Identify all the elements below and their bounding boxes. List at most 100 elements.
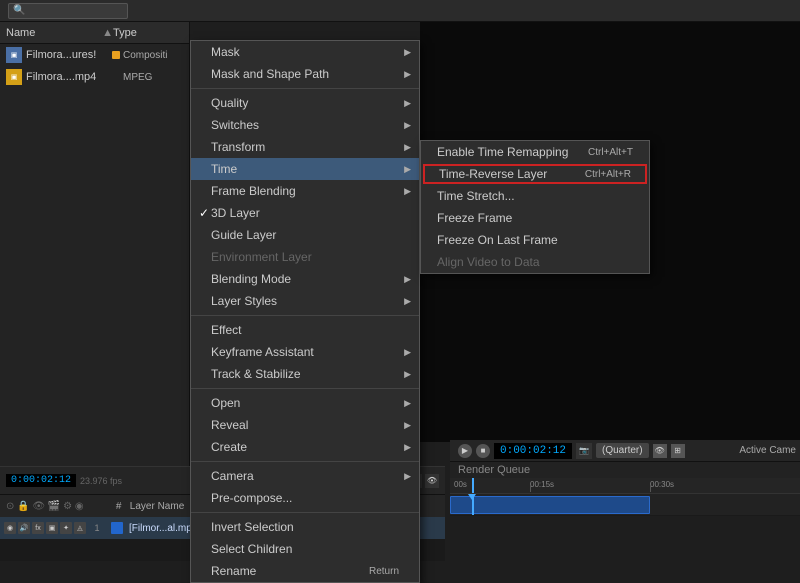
- layer-color: [111, 522, 123, 534]
- menu-mask[interactable]: Mask: [191, 41, 419, 63]
- view-icon[interactable]: 👁: [653, 444, 667, 458]
- menu-precompose[interactable]: Pre-compose...: [191, 487, 419, 509]
- sep-1: [191, 88, 419, 89]
- menu-invert-selection[interactable]: Invert Selection: [191, 516, 419, 538]
- submenu-enable-time-remap-label: Enable Time Remapping: [437, 145, 568, 159]
- check-icon: ✓: [199, 206, 211, 220]
- hide-icon[interactable]: 👁: [425, 474, 439, 488]
- ruler-15s: 00:15s: [530, 480, 554, 489]
- menu-rename[interactable]: Rename Return: [191, 560, 419, 582]
- stop-icon[interactable]: ■: [476, 444, 490, 458]
- project-item-2[interactable]: ▣ Filmora....mp4 MPEG: [0, 66, 189, 88]
- layer-audio-icon[interactable]: 🔊: [18, 522, 30, 534]
- menu-invert-sel-label: Invert Selection: [211, 520, 294, 534]
- menu-camera[interactable]: Camera: [191, 465, 419, 487]
- menu-open[interactable]: Open: [191, 392, 419, 414]
- sep-3: [191, 388, 419, 389]
- menu-rename-shortcut: Return: [369, 566, 399, 577]
- sep-2: [191, 315, 419, 316]
- tick-15s: [530, 486, 531, 492]
- render-queue-label: Render Queue: [450, 462, 800, 479]
- submenu-time-reverse[interactable]: Time-Reverse Layer Ctrl+Alt+R: [423, 164, 647, 184]
- item-type-2: MPEG: [123, 72, 183, 83]
- playback-bar: ▶ ■ 0:00:02:12 📷 (Quarter) 👁 ⊞ Active Ca…: [450, 440, 800, 462]
- menu-create[interactable]: Create: [191, 436, 419, 458]
- sep-5: [191, 512, 419, 513]
- submenu-freeze-frame-label: Freeze Frame: [437, 211, 512, 225]
- menu-guide-layer[interactable]: Guide Layer: [191, 224, 419, 246]
- quality-dropdown[interactable]: (Quarter): [596, 443, 649, 458]
- sep-4: [191, 461, 419, 462]
- camera-snapshot-icon[interactable]: 📷: [576, 443, 592, 459]
- layer-fx-icon[interactable]: fx: [32, 522, 44, 534]
- menu-frame-blending[interactable]: Frame Blending: [191, 180, 419, 202]
- submenu-time-reverse-label: Time-Reverse Layer: [439, 167, 547, 181]
- search-bar[interactable]: 🔍: [8, 3, 128, 19]
- bottom-timecode[interactable]: 0:00:02:12: [6, 474, 76, 487]
- project-panel: Name ▲ Type ▣ Filmora...ures! Compositi …: [0, 22, 190, 501]
- tick-30s: [650, 486, 651, 492]
- fps-display: 23.976 fps: [80, 476, 122, 486]
- menu-guide-layer-label: Guide Layer: [211, 228, 276, 242]
- submenu-align-video: Align Video to Data: [421, 251, 649, 273]
- layer-controls-icons: ⊙ 🔒 👁 🎬 ⚙ ◉: [6, 501, 84, 512]
- menu-switches[interactable]: Switches: [191, 114, 419, 136]
- menu-track[interactable]: Track & Stabilize: [191, 363, 419, 385]
- menu-keyframe[interactable]: Keyframe Assistant: [191, 341, 419, 363]
- play-icon[interactable]: ▶: [458, 444, 472, 458]
- timecode-display[interactable]: 0:00:02:12: [494, 443, 572, 459]
- timeline-tracks: 00s 00:15s 00:30s: [450, 478, 800, 561]
- project-item-1[interactable]: ▣ Filmora...ures! Compositi: [0, 44, 189, 66]
- menu-effect-label: Effect: [211, 323, 241, 337]
- menu-3d-layer[interactable]: ✓ 3D Layer: [191, 202, 419, 224]
- sort-icon[interactable]: ▲: [102, 27, 113, 39]
- grid-icon[interactable]: ⊞: [671, 444, 685, 458]
- menu-keyframe-label: Keyframe Assistant: [211, 345, 314, 359]
- menu-quality[interactable]: Quality: [191, 92, 419, 114]
- menu-3d-layer-label: 3D Layer: [211, 206, 260, 220]
- layer-name-col: # Layer Name: [108, 501, 185, 512]
- item-dot-1: [112, 51, 120, 59]
- ruler-0s: 00s: [454, 480, 467, 489]
- submenu-enable-time-remap[interactable]: Enable Time Remapping Ctrl+Alt+T: [421, 141, 649, 163]
- menu-switches-label: Switches: [211, 118, 259, 132]
- menu-time[interactable]: Time: [191, 158, 419, 180]
- track-row-1: [450, 494, 800, 516]
- layer-toggles: ◉ 🔊 fx ▣ ✦ ◬: [4, 522, 86, 534]
- panel-header: Name ▲ Type: [0, 22, 189, 44]
- menu-select-children-label: Select Children: [211, 542, 292, 556]
- menu-time-label: Time: [211, 162, 237, 176]
- menu-create-label: Create: [211, 440, 247, 454]
- submenu-freeze-frame[interactable]: Freeze Frame: [421, 207, 649, 229]
- menu-effect[interactable]: Effect: [191, 319, 419, 341]
- menu-frame-blending-label: Frame Blending: [211, 184, 296, 198]
- menu-camera-label: Camera: [211, 469, 254, 483]
- menu-transform-label: Transform: [211, 140, 265, 154]
- menu-layer-styles-label: Layer Styles: [211, 294, 277, 308]
- layer-adj-icon[interactable]: ✦: [60, 522, 72, 534]
- layer-motion-icon[interactable]: ▣: [46, 522, 58, 534]
- menu-layer-styles[interactable]: Layer Styles: [191, 290, 419, 312]
- menu-rename-label: Rename: [211, 564, 256, 578]
- col-type-label: Type: [113, 27, 183, 39]
- menu-select-children[interactable]: Select Children: [191, 538, 419, 560]
- submenu-time-stretch[interactable]: Time Stretch...: [421, 185, 649, 207]
- submenu-freeze-last-label: Freeze On Last Frame: [437, 233, 558, 247]
- context-menu: Mask Mask and Shape Path Quality Switche…: [190, 40, 420, 583]
- menu-transform[interactable]: Transform: [191, 136, 419, 158]
- menu-open-label: Open: [211, 396, 240, 410]
- submenu-enable-time-remap-shortcut: Ctrl+Alt+T: [588, 147, 633, 158]
- playhead-triangle: [468, 494, 476, 500]
- layer-visible-icon[interactable]: ◉: [4, 522, 16, 534]
- submenu-freeze-last[interactable]: Freeze On Last Frame: [421, 229, 649, 251]
- clip-block-1[interactable]: [450, 496, 650, 514]
- submenu-time-stretch-label: Time Stretch...: [437, 189, 515, 203]
- menu-mask-shape[interactable]: Mask and Shape Path: [191, 63, 419, 85]
- menu-track-label: Track & Stabilize: [211, 367, 301, 381]
- col-name-label: Name: [6, 27, 98, 39]
- playhead-ruler: [472, 478, 474, 493]
- layer-3d-icon[interactable]: ◬: [74, 522, 86, 534]
- menu-blending-mode[interactable]: Blending Mode: [191, 268, 419, 290]
- menu-reveal-label: Reveal: [211, 418, 248, 432]
- menu-reveal[interactable]: Reveal: [191, 414, 419, 436]
